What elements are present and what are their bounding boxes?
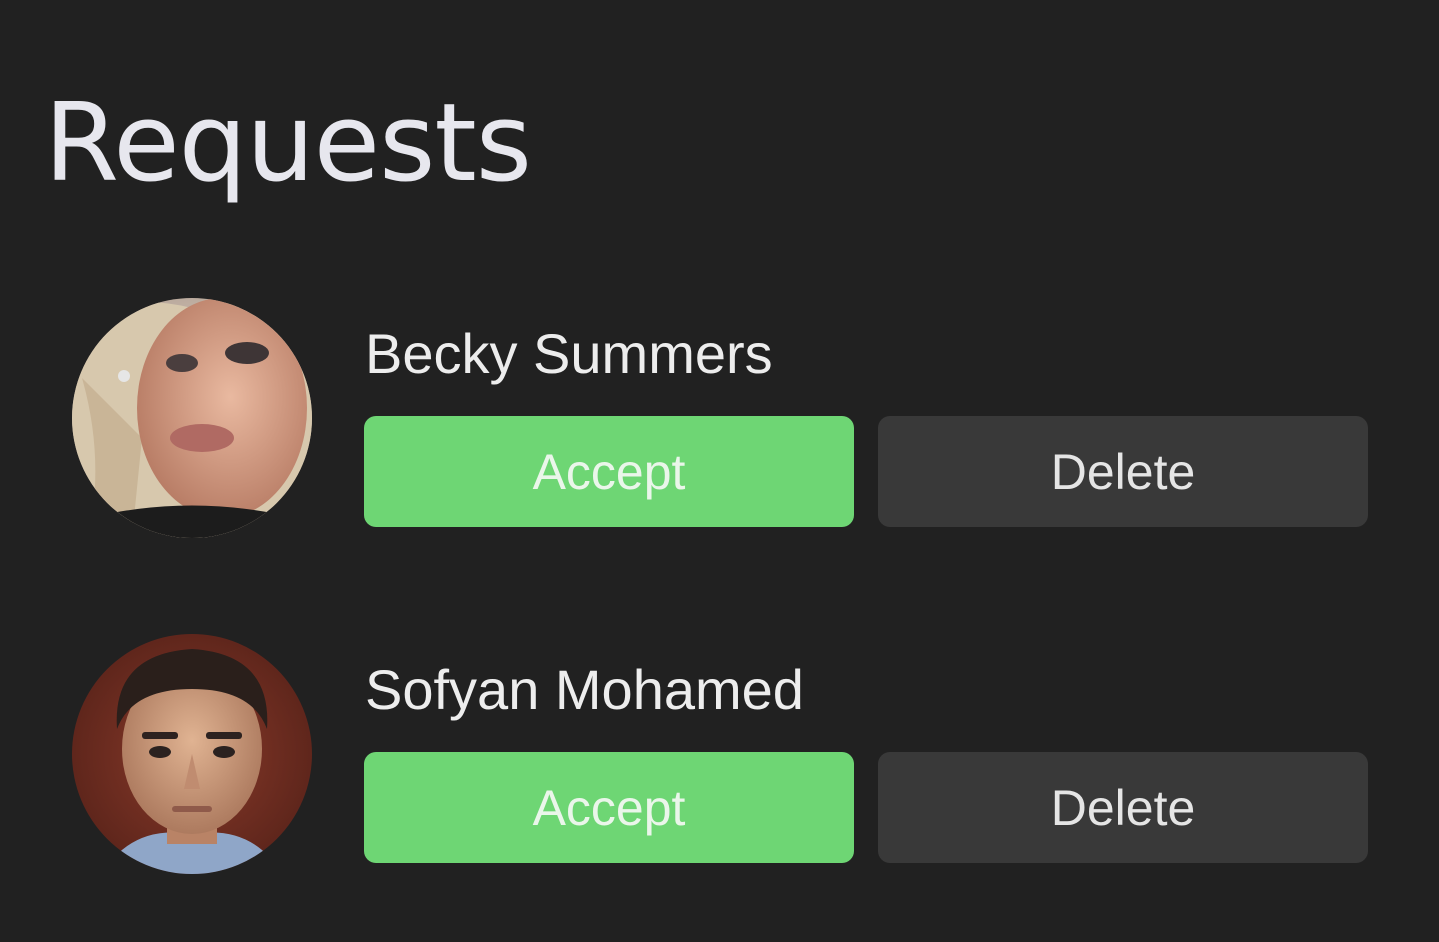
page-title: Requests xyxy=(44,81,532,206)
request-item: Becky Summers Accept Delete xyxy=(0,298,1439,538)
avatar-photo xyxy=(72,298,312,538)
accept-button[interactable]: Accept xyxy=(364,752,854,863)
delete-button[interactable]: Delete xyxy=(878,752,1368,863)
request-item: Sofyan Mohamed Accept Delete xyxy=(0,634,1439,874)
requester-name: Becky Summers xyxy=(365,322,773,385)
avatar[interactable] xyxy=(72,634,312,874)
accept-button[interactable]: Accept xyxy=(364,416,854,527)
avatar[interactable] xyxy=(72,298,312,538)
avatar-photo xyxy=(72,634,312,874)
requester-name: Sofyan Mohamed xyxy=(365,658,804,721)
delete-button[interactable]: Delete xyxy=(878,416,1368,527)
